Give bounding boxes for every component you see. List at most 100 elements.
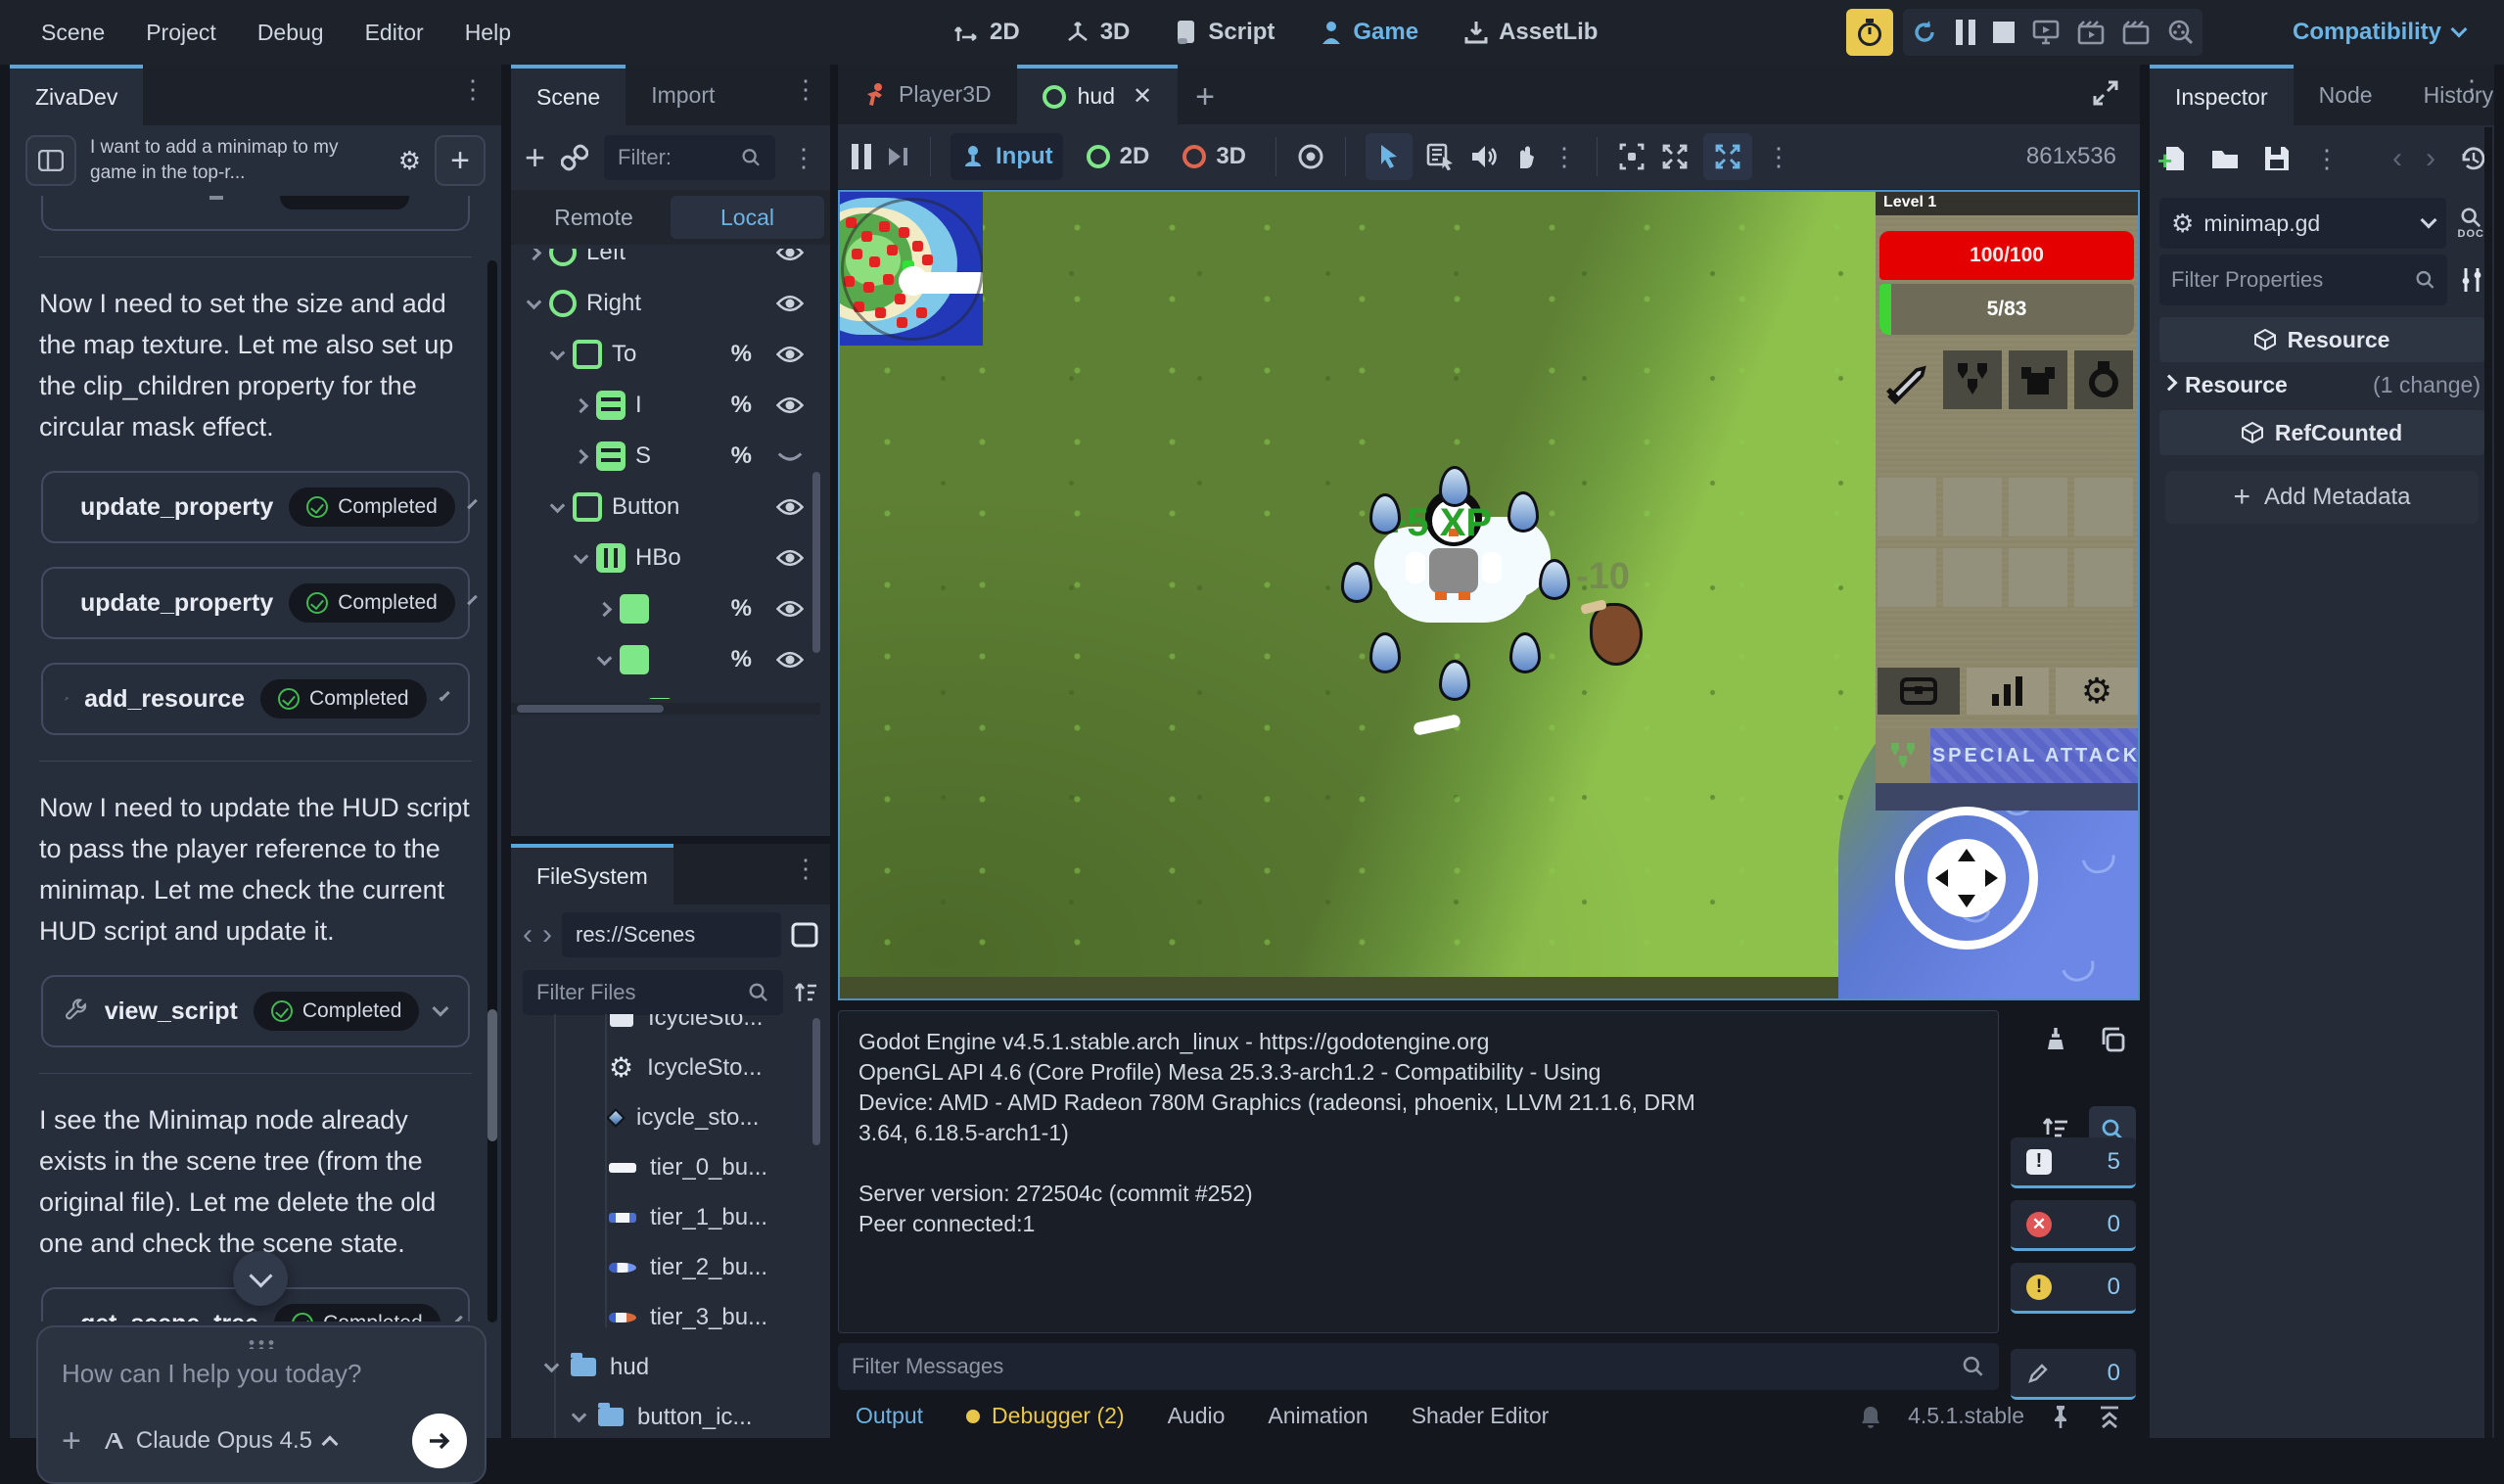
visibility-eye-icon[interactable] <box>775 599 805 619</box>
section-refcounted[interactable]: RefCounted <box>2159 410 2484 455</box>
tree-row-left[interactable]: Left <box>511 249 820 278</box>
workspace-game-button[interactable]: Game <box>1320 19 1418 46</box>
tab-history[interactable]: History <box>2398 65 2504 125</box>
file-row-tier3[interactable]: tier_3_bu... <box>511 1292 820 1342</box>
slot-darts[interactable] <box>1943 350 2002 409</box>
embed-game-icon[interactable] <box>1617 142 1646 171</box>
panel-menu-icon[interactable] <box>2459 82 2484 96</box>
collapse-icon[interactable] <box>574 448 589 464</box>
collapse-icon[interactable] <box>597 601 613 617</box>
chat-input-placeholder[interactable]: How can I help you today? <box>62 1359 461 1389</box>
scene-horizontal-scrollbar[interactable] <box>511 703 820 715</box>
unique-name-badge[interactable]: % <box>731 442 752 470</box>
scrollbar-thumb[interactable] <box>517 705 664 713</box>
panel-menu-icon[interactable] <box>460 82 486 96</box>
more-options-icon[interactable] <box>1552 150 1577 163</box>
new-scene-tab-button[interactable]: + <box>1195 78 1215 124</box>
collapse-icon[interactable] <box>527 249 542 260</box>
next-frame-button[interactable] <box>885 144 910 169</box>
select-mode-button[interactable] <box>1366 133 1413 180</box>
file-filter-field[interactable] <box>523 970 783 1015</box>
profiler-timer-button[interactable] <box>1846 9 1893 56</box>
file-row-icyclesto-script[interactable]: ⚙ IcycleSto... <box>511 1043 820 1092</box>
visibility-eye-icon[interactable] <box>775 395 805 415</box>
expand-viewport-icon[interactable] <box>2091 78 2120 108</box>
inventory-slot[interactable] <box>1878 478 1936 536</box>
reload-button[interactable] <box>1911 19 1938 46</box>
add-node-button[interactable]: + <box>525 137 545 178</box>
visibility-eye-icon[interactable] <box>775 294 805 313</box>
visibility-eye-icon[interactable] <box>775 249 805 262</box>
unique-name-badge[interactable]: % <box>731 697 752 699</box>
tree-row-hbo[interactable]: HBo <box>511 533 820 583</box>
slot-sword[interactable] <box>1878 350 1936 409</box>
scene-tab-hud[interactable]: hud ✕ <box>1017 65 1178 124</box>
tool-card-partial[interactable] <box>41 196 470 231</box>
mode-2d-button[interactable]: 2D <box>1077 133 1160 180</box>
chevron-down-icon[interactable] <box>433 1000 449 1017</box>
inspector-scrollbar[interactable] <box>2484 127 2492 1438</box>
audio-icon[interactable] <box>1469 143 1499 170</box>
menu-project[interactable]: Project <box>146 20 216 46</box>
touch-glove-icon[interactable] <box>1512 143 1538 170</box>
chat-input-box[interactable]: How can I help you today? + Claude Opus … <box>36 1325 487 1484</box>
gear-icon[interactable]: ⚙ <box>398 148 421 173</box>
workspace-assetlib-button[interactable]: AssetLib <box>1463 19 1598 46</box>
expand-icon[interactable] <box>527 294 542 309</box>
bottom-tab-animation[interactable]: Animation <box>1268 1403 1368 1429</box>
expand-icon[interactable] <box>572 1408 587 1423</box>
filter-properties-input[interactable] <box>2171 267 2405 293</box>
new-resource-icon[interactable]: + <box>2163 145 2187 172</box>
tree-row-right[interactable]: Right <box>511 278 820 329</box>
tab-import[interactable]: Import <box>626 65 740 125</box>
settings-button[interactable]: ⚙ <box>2056 668 2138 715</box>
remote-button[interactable]: Remote <box>517 205 671 231</box>
film-reel-icon[interactable] <box>2167 19 2195 46</box>
workspace-3d-button[interactable]: 3D <box>1065 19 1131 46</box>
stop-button[interactable] <box>1993 22 2015 43</box>
tool-card-add-resource[interactable]: add_resource Completed <box>41 663 470 735</box>
inventory-slot[interactable] <box>2074 548 2133 607</box>
save-icon[interactable] <box>2263 145 2291 172</box>
message-count-badge[interactable]: 0 <box>2011 1349 2136 1400</box>
unique-name-badge[interactable]: % <box>731 392 752 419</box>
conversation-thread[interactable]: Now I need to set the size and add the m… <box>10 196 501 1322</box>
visibility-eye-icon[interactable] <box>775 497 805 517</box>
expand-icon[interactable] <box>2161 374 2178 391</box>
scene-filter-input[interactable] <box>618 145 741 170</box>
instance-scene-link-icon[interactable] <box>561 144 588 171</box>
game-viewport[interactable]: +5 XP -10 Level 1 100/100 5/83 <box>838 190 2140 1000</box>
sidebar-toggle-button[interactable] <box>25 135 76 186</box>
scene-vertical-scrollbar[interactable] <box>812 249 822 699</box>
file-tree[interactable]: IcycleSto... ⚙ IcycleSto... icycle_sto..… <box>511 1014 820 1438</box>
view-menu-icon[interactable] <box>1766 150 1791 163</box>
tool-card-update-property-2[interactable]: update_property Completed <box>41 567 470 639</box>
clear-log-icon[interactable] <box>2032 1016 2079 1063</box>
model-selector[interactable]: Claude Opus 4.5 <box>103 1427 336 1455</box>
path-field[interactable]: res://Scenes <box>562 912 781 957</box>
tree-row-instance-1[interactable]: % <box>511 685 820 699</box>
scene-tree[interactable]: Left Right To % I % <box>511 249 820 699</box>
chevron-down-icon[interactable] <box>467 595 478 606</box>
special-attack-bar[interactable]: SPECIAL ATTACK <box>1876 728 2140 783</box>
scrollbar-thumb[interactable] <box>812 1018 820 1145</box>
folder-row-hud[interactable]: hud <box>511 1342 820 1392</box>
unique-name-badge[interactable]: % <box>731 595 752 623</box>
resource-menu-icon[interactable] <box>2314 152 2340 165</box>
tab-zivadev[interactable]: ZivaDev <box>10 65 143 125</box>
tool-card-view-script[interactable]: view_script Completed <box>41 975 470 1047</box>
resource-change-row[interactable]: Resource (1 change) <box>2163 372 2481 398</box>
renderer-select[interactable]: Compatibility <box>2293 0 2465 65</box>
panel-menu-icon[interactable] <box>793 861 818 875</box>
conversation-title[interactable]: I want to add a minimap to my game in th… <box>90 135 385 186</box>
tree-row-button[interactable]: Button <box>511 482 820 533</box>
tab-filesystem[interactable]: FileSystem <box>511 844 673 904</box>
bottom-tab-audio[interactable]: Audio <box>1168 1403 1226 1429</box>
stats-button[interactable] <box>1967 668 2049 715</box>
file-row-icycle-sto[interactable]: icycle_sto... <box>511 1092 820 1142</box>
expand-icon[interactable] <box>574 548 589 564</box>
folder-row-button-icons[interactable]: button_ic... <box>511 1392 820 1438</box>
file-row-tier0[interactable]: tier_0_bu... <box>511 1142 820 1192</box>
local-button[interactable]: Local <box>671 196 824 239</box>
remote-debug-icon[interactable] <box>2032 20 2060 45</box>
